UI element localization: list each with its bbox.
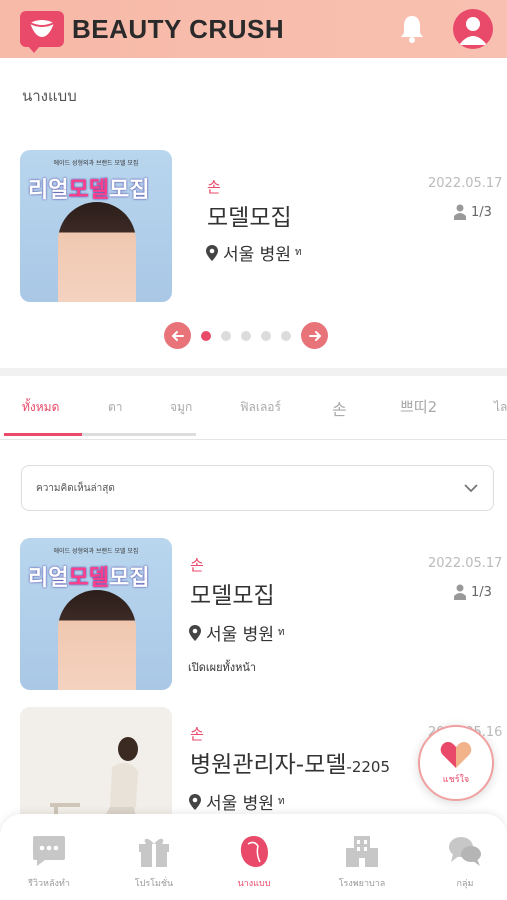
group-chat-icon [449, 837, 481, 866]
arrow-right-icon [308, 330, 321, 341]
active-tab-indicator [4, 433, 82, 436]
featured-date: 2022.05.17 [428, 176, 503, 191]
poster-top-text: 에이드 성형외과 브랜드 모델 모집 [53, 160, 139, 167]
list-item-category: 손 [190, 556, 204, 574]
location-pin-icon [189, 793, 201, 810]
location-pin-icon [189, 624, 201, 641]
slider-prev-button[interactable] [164, 322, 191, 349]
featured-poster-image[interactable]: 에이드 성형외과 브랜드 모델 모집 리얼모델모집 [20, 150, 172, 302]
slider-next-button[interactable] [301, 322, 328, 349]
tab-more[interactable]: ไล [494, 398, 507, 417]
tab-all[interactable]: ทั้งหมด [22, 398, 59, 417]
poster-model-figure [58, 202, 136, 302]
tab-petit2[interactable]: 쁘띠2 [400, 396, 437, 417]
bottom-navigation: รีวิวหลังทำ โปรโมชั่น นางแบบ โรงพยาบาล ก… [0, 814, 507, 900]
person-icon [454, 204, 466, 220]
slider-pagination [164, 322, 328, 349]
tab-eyes[interactable]: ตา [108, 398, 123, 417]
profile-avatar-icon[interactable] [453, 9, 493, 49]
list-item-date: 2022.05.17 [428, 556, 503, 571]
model-icon [240, 836, 268, 867]
slider-dot[interactable] [201, 330, 211, 341]
slider-dot[interactable] [261, 330, 271, 341]
category-tabs: ทั้งหมด ตา จมูก ฟิลเลอร์ 손 쁘띠2 ไล [0, 380, 507, 440]
brand-name: BEAUTY CRUSH [72, 13, 285, 44]
tab-nose[interactable]: จมูก [170, 398, 192, 417]
list-item-count: 1/3 [453, 584, 492, 600]
list-item-title[interactable]: 모델모집 [190, 576, 275, 610]
nav-hospitals[interactable]: โรงพยาบาล [327, 834, 397, 890]
arrow-left-icon [171, 330, 184, 341]
gift-icon [139, 838, 169, 867]
nav-reviews[interactable]: รีวิวหลังทำ [14, 834, 84, 890]
list-item-location: 서울 병원 ท [188, 789, 285, 814]
share-heart-button[interactable]: แชร์ใจ [418, 725, 494, 801]
fab-label: แชร์ใจ [442, 775, 470, 785]
featured-count: 1/3 [453, 204, 492, 220]
slider-dot[interactable] [281, 330, 291, 341]
list-item-location: 서울 병원 ท [188, 620, 285, 645]
tab-hand[interactable]: 손 [332, 396, 347, 420]
poster-title: 리얼모델모집 [28, 178, 150, 203]
location-pin-icon [206, 244, 218, 261]
featured-title[interactable]: 모델모집 [207, 198, 292, 232]
nav-promotions[interactable]: โปรโมชั่น [119, 834, 189, 890]
tab-scroll-track [82, 433, 196, 436]
poster-model-figure [58, 590, 136, 690]
brand-logo-icon[interactable] [20, 11, 64, 53]
nav-models[interactable]: นางแบบ [219, 834, 289, 890]
chat-icon [33, 836, 65, 866]
list-item[interactable]: 에이드 성형외과 브랜드 모델 모집 리얼모델모집 손 모델모집 서울 병원 ท … [0, 538, 507, 693]
section-title: นางแบบ [22, 87, 77, 105]
featured-location: 서울 병원 ท [205, 240, 302, 265]
app-header: BEAUTY CRUSH [0, 0, 507, 58]
slider-dot[interactable] [221, 330, 231, 341]
nav-groups[interactable]: กลุ่ม [430, 834, 500, 890]
featured-slider[interactable]: 에이드 성형외과 브랜드 모델 모집 리얼모델모집 손 모델모집 서울 병원 ท … [0, 120, 507, 370]
list-item-image[interactable]: 에이드 성형외과 브랜드 모델 모집 리얼모델모집 [20, 538, 172, 690]
sort-select-value: ความคิดเห็นล่าสุด [36, 482, 115, 494]
tab-filler[interactable]: ฟิลเลอร์ [240, 398, 281, 417]
hospital-icon [346, 836, 378, 867]
list-item-extra: เปิดเผยทั้งหน้า [188, 661, 257, 674]
section-divider [0, 368, 507, 376]
bell-icon[interactable] [397, 14, 427, 44]
slider-dot[interactable] [241, 330, 251, 341]
sort-select[interactable]: ความคิดเห็นล่าสุด [21, 465, 494, 511]
person-icon [454, 584, 466, 600]
list-item-category: 손 [190, 725, 204, 743]
chevron-down-icon [464, 484, 478, 493]
featured-category: 손 [207, 178, 221, 196]
heart-icon [440, 742, 472, 768]
list-item-title[interactable]: 병원관리자-모델-2205 [190, 745, 390, 779]
